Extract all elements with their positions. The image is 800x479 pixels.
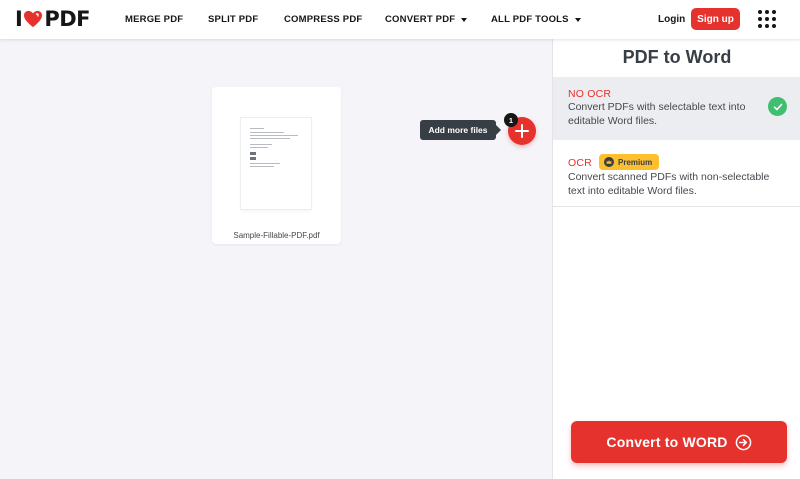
file-workspace: Sample-Fillable-PDF.pdf Add more files 1 (0, 39, 552, 479)
pdf-thumbnail (241, 118, 311, 209)
option-ocr-title: OCR (568, 157, 592, 169)
conversion-sidebar: PDF to Word NO OCR Convert PDFs with sel… (552, 39, 800, 479)
ilovepdf-logo[interactable]: I PDF (15, 7, 90, 31)
premium-badge: Premium (599, 154, 660, 170)
nav-all-pdf-tools-label: ALL PDF TOOLS (491, 14, 569, 25)
file-card[interactable]: Sample-Fillable-PDF.pdf (212, 87, 341, 244)
logo-pdf-text: PDF (44, 7, 90, 31)
nav-split-pdf-label: SPLIT PDF (208, 14, 259, 25)
chevron-down-icon (461, 17, 468, 22)
checkmark-icon (768, 97, 787, 116)
logo-letter-i: I (15, 7, 23, 31)
nav-convert-pdf-label: CONVERT PDF (385, 14, 456, 25)
nav-compress-pdf[interactable]: COMPRESS PDF (284, 0, 362, 39)
file-name: Sample-Fillable-PDF.pdf (233, 231, 320, 240)
login-link[interactable]: Login (658, 0, 685, 39)
page-title: PDF to Word (622, 47, 732, 67)
nav-all-pdf-tools[interactable]: ALL PDF TOOLS (491, 0, 581, 39)
premium-badge-label: Premium (618, 157, 653, 167)
nav-merge-pdf[interactable]: MERGE PDF (125, 0, 183, 39)
signup-button[interactable]: Sign up (691, 8, 740, 30)
convert-button-label: Convert to WORD (606, 434, 728, 450)
arrow-right-circle-icon (735, 434, 751, 450)
nav-merge-pdf-label: MERGE PDF (125, 14, 184, 25)
option-ocr-description: Convert scanned PDFs with non-selectable… (568, 171, 770, 197)
nav-convert-pdf[interactable]: CONVERT PDF (385, 0, 468, 39)
add-more-files-tooltip: Add more files (420, 120, 501, 140)
nav-split-pdf[interactable]: SPLIT PDF (208, 0, 258, 39)
crown-icon (604, 157, 614, 167)
grid-menu-icon[interactable] (758, 10, 776, 28)
heart-icon (24, 10, 43, 28)
plus-icon (515, 124, 529, 138)
nav-compress-pdf-label: COMPRESS PDF (284, 14, 363, 25)
option-no-ocr-description: Convert PDFs with selectable text into e… (568, 101, 746, 127)
top-navbar: I PDF MERGE PDF SPLIT PDF COMPRESS PDF C… (0, 0, 800, 39)
file-count-badge: 1 (504, 113, 518, 127)
convert-to-word-button[interactable]: Convert to WORD (571, 421, 787, 463)
chevron-down-icon (574, 17, 581, 22)
option-no-ocr[interactable]: NO OCR Convert PDFs with selectable text… (553, 77, 800, 140)
option-ocr[interactable]: OCR Premium Convert scanned PDFs with no… (553, 141, 800, 207)
option-no-ocr-title: NO OCR (568, 88, 612, 100)
